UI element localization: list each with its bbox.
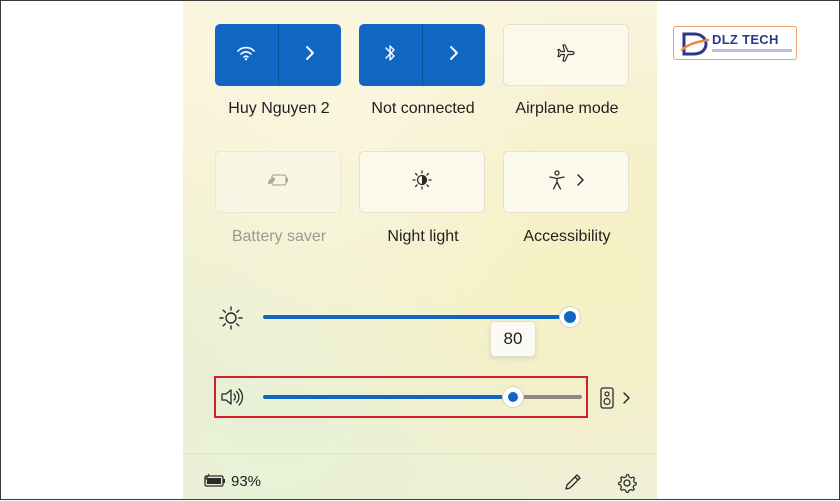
brightness-track <box>263 315 571 319</box>
battery-saver-icon <box>266 172 290 193</box>
brightness-thumb[interactable] <box>560 307 580 327</box>
brightness-icon <box>218 305 244 336</box>
accessibility-icon <box>547 169 567 196</box>
night-light-tile[interactable] <box>359 151 485 213</box>
chevron-right-icon <box>575 173 585 192</box>
bluetooth-label: Not connected <box>371 100 475 117</box>
bluetooth-expand-button[interactable] <box>421 24 486 86</box>
logo-mark-icon <box>680 30 710 63</box>
wifi-tile[interactable] <box>215 24 341 86</box>
brightness-tooltip: 80 <box>490 321 536 357</box>
brand-logo: DLZ TECH <box>673 26 797 60</box>
airplane-icon <box>555 42 577 69</box>
wifi-expand-button[interactable] <box>277 24 342 86</box>
chevron-right-icon <box>621 391 631 410</box>
night-light-label: Night light <box>387 228 459 245</box>
accessibility-label: Accessibility <box>523 228 611 245</box>
wifi-toggle[interactable] <box>215 24 278 86</box>
settings-gear-icon[interactable] <box>616 472 638 499</box>
logo-tagline-mark <box>712 49 792 52</box>
night-light-icon <box>411 169 433 196</box>
logo-text: DLZ TECH <box>712 32 779 47</box>
quick-settings-footer: 93% <box>183 453 657 501</box>
audio-output-button[interactable] <box>597 385 635 411</box>
bluetooth-icon <box>383 43 397 68</box>
battery-saver-label: Battery saver <box>231 228 327 245</box>
bluetooth-tile[interactable] <box>359 24 485 86</box>
airplane-mode-label: Airplane mode <box>515 100 619 117</box>
chevron-right-icon <box>304 45 316 66</box>
speaker-device-icon <box>599 386 615 415</box>
airplane-mode-tile[interactable] <box>503 24 629 86</box>
battery-icon <box>203 473 227 494</box>
battery-percent: 93% <box>231 473 262 490</box>
bluetooth-toggle[interactable] <box>359 24 422 86</box>
volume-highlight-box <box>214 376 588 418</box>
wifi-icon <box>236 45 256 66</box>
wifi-label: Huy Nguyen 2 <box>228 100 330 117</box>
accessibility-tile[interactable] <box>503 151 629 213</box>
chevron-right-icon <box>448 45 460 66</box>
edit-pencil-icon[interactable] <box>563 472 583 497</box>
battery-saver-tile[interactable] <box>215 151 341 213</box>
